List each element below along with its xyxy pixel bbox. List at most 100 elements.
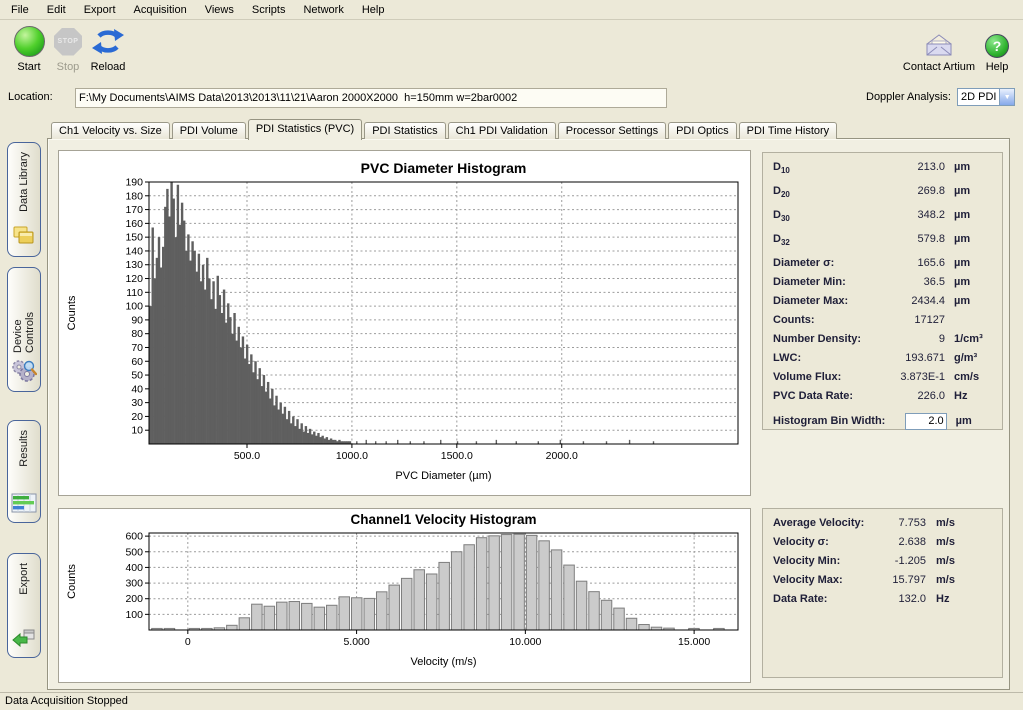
stat-label: Counts: <box>773 314 881 326</box>
chevron-down-icon[interactable]: ▼ <box>999 89 1014 105</box>
doppler-analysis-select[interactable]: 2D PDI ▼ <box>957 88 1015 106</box>
menu-item-network[interactable]: Network <box>294 2 352 18</box>
reload-button[interactable]: Reload <box>86 25 130 73</box>
tab-ch1-pdi-validation[interactable]: Ch1 PDI Validation <box>448 122 556 139</box>
stat-row: D10213.0µm <box>773 161 992 185</box>
menu-item-export[interactable]: Export <box>75 2 125 18</box>
menu-item-acquisition[interactable]: Acquisition <box>125 2 196 18</box>
svg-text:120: 120 <box>125 273 143 285</box>
envelope-icon <box>924 33 954 58</box>
stat-unit: µm <box>954 161 992 173</box>
svg-text:PVC Diameter (µm): PVC Diameter (µm) <box>395 470 491 482</box>
svg-text:10: 10 <box>131 425 143 437</box>
doppler-analysis-value: 2D PDI <box>958 89 999 105</box>
svg-text:100: 100 <box>125 301 143 313</box>
stat-label: Velocity Max: <box>773 574 888 586</box>
sidebar-item-label: Results <box>18 430 30 467</box>
stat-label: Number Density: <box>773 333 881 345</box>
location-input[interactable] <box>75 88 667 108</box>
tab-pdi-optics[interactable]: PDI Optics <box>668 122 737 139</box>
svg-text:10.000: 10.000 <box>509 636 541 648</box>
svg-text:Channel1 Velocity Histogram: Channel1 Velocity Histogram <box>350 512 536 527</box>
location-row: Location: Doppler Analysis: 2D PDI ▼ <box>0 88 1023 110</box>
menu-item-help[interactable]: Help <box>353 2 394 18</box>
menu-bar: FileEditExportAcquisitionViewsScriptsNet… <box>0 0 1023 20</box>
stat-unit: m/s <box>936 574 992 586</box>
stat-row: Diameter Min:36.5µm <box>773 276 992 295</box>
stat-row: D20269.8µm <box>773 185 992 209</box>
stat-value: -1.205 <box>888 555 926 567</box>
menu-item-views[interactable]: Views <box>196 2 243 18</box>
svg-text:Counts: Counts <box>66 564 78 599</box>
sidebar-item-label: Device Controls <box>12 277 36 353</box>
start-label: Start <box>17 61 40 73</box>
svg-text:140: 140 <box>125 245 143 257</box>
menu-item-scripts[interactable]: Scripts <box>243 2 295 18</box>
stat-unit: µm <box>954 276 992 288</box>
sidebar-item-device-controls[interactable]: Device Controls <box>7 267 41 392</box>
stat-value: 226.0 <box>881 390 945 402</box>
help-button[interactable]: ? Help <box>979 25 1015 73</box>
tab-pdi-volume[interactable]: PDI Volume <box>172 122 246 139</box>
stat-row: PVC Data Rate:226.0 Hz <box>773 390 992 409</box>
stat-label: Velocity Min: <box>773 555 888 567</box>
svg-text:70: 70 <box>131 342 143 354</box>
velocity-histogram-panel: 10020030040050060005.00010.00015.000Chan… <box>58 508 751 683</box>
help-label: Help <box>986 61 1009 73</box>
sidebar-item-results[interactable]: Results <box>7 420 41 523</box>
tab-pdi-time-history[interactable]: PDI Time History <box>739 122 838 139</box>
stat-label: D32 <box>773 233 881 247</box>
reload-label: Reload <box>91 61 126 73</box>
folders-icon <box>11 225 37 250</box>
tab-processor-settings[interactable]: Processor Settings <box>558 122 666 139</box>
menu-item-file[interactable]: File <box>2 2 38 18</box>
svg-text:400: 400 <box>125 562 143 574</box>
pvc-diameter-histogram-chart: 1020304050607080901001101201301401501601… <box>59 151 750 495</box>
sidebar-item-export[interactable]: Export <box>7 553 41 658</box>
svg-text:15.000: 15.000 <box>678 636 710 648</box>
stat-label: Average Velocity: <box>773 517 888 529</box>
menu-item-edit[interactable]: Edit <box>38 2 75 18</box>
svg-text:1000.0: 1000.0 <box>336 450 368 462</box>
stat-unit: Hz <box>936 593 992 605</box>
tab-pdi-statistics-pvc[interactable]: PDI Statistics (PVC) <box>248 119 362 140</box>
tab-pdi-statistics[interactable]: PDI Statistics <box>364 122 445 139</box>
histogram-bin-width-input[interactable] <box>905 413 947 430</box>
help-icon: ? <box>985 34 1009 58</box>
tab-ch1-velocity-vs-size[interactable]: Ch1 Velocity vs. Size <box>51 122 170 139</box>
stat-label: Data Rate: <box>773 593 888 605</box>
stop-icon: STOP <box>54 28 82 56</box>
svg-text:180: 180 <box>125 190 143 202</box>
stat-row: D30348.2µm <box>773 209 992 233</box>
start-button[interactable]: Start <box>8 25 50 73</box>
stop-label: Stop <box>57 61 80 73</box>
contact-artium-button[interactable]: Contact Artium <box>899 25 979 73</box>
export-icon <box>11 626 37 651</box>
svg-text:2000.0: 2000.0 <box>546 450 578 462</box>
stat-unit: Hz <box>954 390 992 402</box>
pvc-diameter-histogram-panel: 1020304050607080901001101201301401501601… <box>58 150 751 496</box>
stat-label: Diameter σ: <box>773 257 881 269</box>
stat-unit: µm <box>954 209 992 221</box>
start-icon <box>14 26 45 57</box>
stat-value: 9 <box>881 333 945 345</box>
stat-row: Data Rate:132.0Hz <box>773 593 992 612</box>
stat-unit: µm <box>954 233 992 245</box>
contact-artium-label: Contact Artium <box>903 61 975 73</box>
svg-text:190: 190 <box>125 177 143 189</box>
stat-value: 213.0 <box>881 161 945 173</box>
stop-button[interactable]: STOP Stop <box>50 25 86 73</box>
stat-label: Velocity σ: <box>773 536 888 548</box>
svg-text:Counts: Counts <box>66 295 78 330</box>
stat-value: 579.8 <box>881 233 945 245</box>
stat-row: Number Density:91/cm³ <box>773 333 992 352</box>
stat-unit: µm <box>956 415 992 427</box>
svg-text:50: 50 <box>131 370 143 382</box>
sidebar-item-data-library[interactable]: Data Library <box>7 142 41 257</box>
svg-text:300: 300 <box>125 578 143 590</box>
stat-label: Diameter Min: <box>773 276 881 288</box>
stat-label: PVC Data Rate: <box>773 390 881 402</box>
stat-value: 15.797 <box>888 574 926 586</box>
stat-row: Velocity Min:-1.205m/s <box>773 555 992 574</box>
stat-row: Volume Flux:3.873E-1cm/s <box>773 371 992 390</box>
